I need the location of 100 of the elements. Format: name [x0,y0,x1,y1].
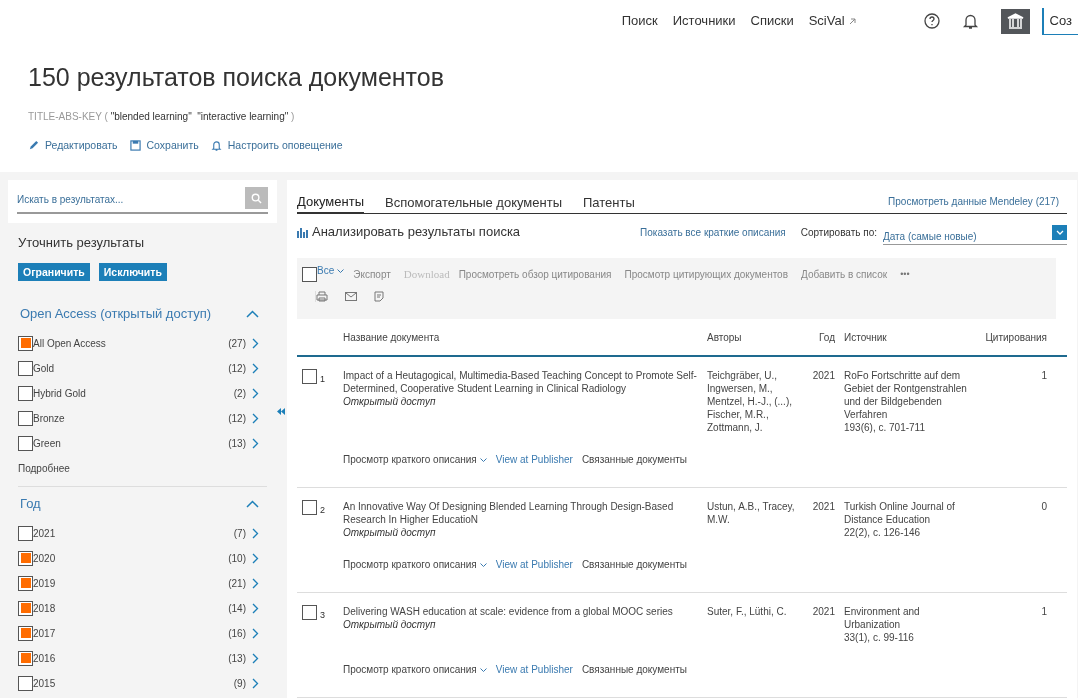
analyze-link[interactable]: Анализировать результаты поиска [312,222,521,242]
document-icon[interactable] [374,290,384,302]
create-account-button[interactable]: Соз [1041,7,1078,35]
header-action-link[interactable]: Редактировать [28,138,118,154]
access-label: Открытый доступ [343,618,437,631]
more-button[interactable]: ••• [900,267,910,282]
publisher-link[interactable]: View at Publisher [495,662,573,677]
chevron-right-icon[interactable] [252,437,259,449]
publisher-link[interactable]: View at Publisher [495,452,573,467]
column-header[interactable]: Год [807,329,835,345]
column-header[interactable]: Цитирования [974,329,1047,345]
bell-icon [210,139,222,152]
mendeley-link[interactable]: Просмотреть данные Mendeley (217) [888,194,1059,209]
chevron-right-icon[interactable] [252,602,259,614]
document-title-link[interactable]: Impact of a Heutagogical, Multimedia-Based Teaching Concept to Promote Self-Determined, Cooperative Student Learning in Clinical Radiology [343,369,699,395]
tab[interactable]: Документы [297,192,364,214]
filter-button[interactable]: Ограничить [18,262,90,281]
publisher-link[interactable]: View at Publisher [495,557,573,572]
caret-icon [479,562,487,567]
collapse-icon[interactable] [277,408,285,415]
chevron-right-icon[interactable] [252,527,259,539]
checkbox[interactable] [18,525,33,541]
row-number: 3 [320,609,325,622]
nav-link[interactable]: Источники [672,11,736,31]
search-field[interactable]: Искать в результатах... [17,186,268,214]
header-action-link[interactable]: Сохранить [129,138,199,154]
more-link[interactable]: Подробнее [18,460,267,476]
facet-count: (27) [228,336,246,351]
facet-label: 2015 [33,676,57,691]
chevron-up-icon[interactable] [246,499,259,508]
facet-count: (10) [228,551,246,566]
checkbox[interactable] [302,369,317,384]
abstract-link[interactable]: Просмотр краткого описания [343,662,487,677]
abstract-link[interactable]: Просмотр краткого описания [343,557,487,572]
chevron-right-icon[interactable] [252,337,259,349]
chevron-right-icon[interactable] [252,362,259,374]
tab[interactable]: Вспомогательные документы [385,192,562,214]
facet-count: (2) [233,386,246,401]
search-input[interactable]: Искать в результатах... [17,191,245,207]
related-documents-link[interactable]: Связанные документы [581,662,687,677]
checkbox[interactable] [18,575,33,591]
nav-link[interactable]: SciVal [808,11,856,31]
checkbox[interactable] [18,335,33,351]
facet-count: (13) [228,436,246,451]
chevron-right-icon[interactable] [252,577,259,589]
chevron-right-icon[interactable] [252,387,259,399]
checkbox[interactable] [18,675,33,691]
nav-link[interactable]: Поиск [621,11,658,31]
caret-icon [479,667,487,672]
facet-title[interactable]: Год [20,493,41,514]
facet-count: (16) [228,626,246,641]
column-header[interactable]: Название документа [343,329,707,345]
chevron-right-icon[interactable] [252,552,259,564]
checkbox[interactable] [18,385,33,401]
help-icon[interactable] [923,13,940,29]
show-abstracts-link[interactable]: Показать все краткие описания [640,224,786,240]
checkbox[interactable] [18,360,33,376]
facet-label: 2017 [33,626,57,641]
institution-button[interactable] [1000,8,1030,34]
year-cell-text: 2021 [811,500,835,514]
tab[interactable]: Патенты [583,192,635,214]
document-title-link[interactable]: Delivering WASH education at scale: evidence from a global MOOC series [343,605,699,618]
chevron-right-icon[interactable] [252,677,259,689]
dropdown-button[interactable] [1052,224,1067,240]
sort-dropdown[interactable]: Дата (самые новые) [883,225,1067,245]
checkbox[interactable] [18,435,33,451]
checkbox[interactable] [18,650,33,666]
chevron-right-icon[interactable] [252,412,259,424]
checkbox[interactable] [302,500,317,515]
checkbox[interactable] [18,550,33,566]
abstract-link[interactable]: Просмотр краткого описания [343,452,487,467]
select-all-dropdown[interactable]: Все [317,263,345,279]
facet-label: Green [33,436,62,451]
checkbox[interactable] [302,267,317,283]
print-icon[interactable] [316,290,328,302]
column-header[interactable]: Источник [844,329,974,345]
filter-button[interactable]: Исключить [98,262,167,281]
search-panel[interactable]: Искать в результатах... [8,180,277,223]
checkbox[interactable] [18,625,33,641]
checkbox[interactable] [18,410,33,426]
search-query: TITLE-ABS-KEY ( "blended learning" "interactive learning" ) [28,110,296,124]
bell-icon[interactable] [961,12,979,30]
header-action-link[interactable]: Настроить оповещение [210,138,343,154]
facet-title[interactable]: Open Access (открытый доступ) [20,303,212,324]
column-header[interactable]: Авторы [707,329,807,345]
document-title-link[interactable]: An Innovative Way Of Designing Blended Learning Through Design-Based Research In Higher EducatioN [343,500,699,526]
chevron-up-icon[interactable] [246,309,259,318]
caret-icon [1055,229,1064,235]
related-documents-link[interactable]: Связанные документы [581,452,687,467]
checkbox[interactable] [18,600,33,616]
chevron-right-icon[interactable] [252,627,259,639]
row-number: 2 [320,504,325,517]
related-documents-link[interactable]: Связанные документы [581,557,687,572]
authors-cell-text: Ustun, A.B., Tracey, M.W. [707,500,796,527]
chevron-right-icon[interactable] [252,652,259,664]
facet-count: (9) [233,676,246,691]
nav-link[interactable]: Списки [750,11,794,31]
mail-icon[interactable] [345,291,357,301]
checkbox[interactable] [302,605,317,620]
citations-cell-text: 1 [1040,369,1047,383]
